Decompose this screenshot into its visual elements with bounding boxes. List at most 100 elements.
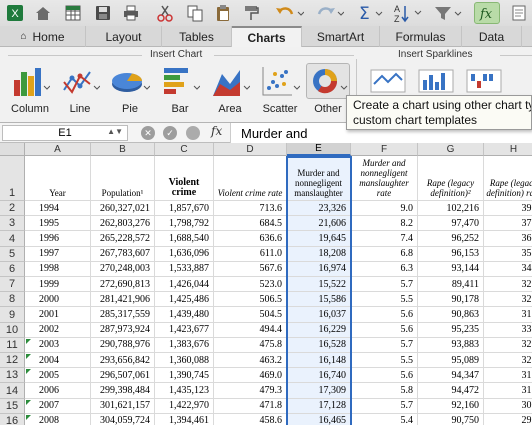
- other-chart-button[interactable]: Other: [306, 63, 350, 119]
- cell-g11[interactable]: 93,883: [418, 337, 484, 353]
- cell-d8[interactable]: 506.5: [214, 292, 287, 308]
- header-cell-d[interactable]: Violent crime rate: [214, 156, 287, 201]
- cell-g13[interactable]: 94,347: [418, 368, 484, 384]
- tab-home[interactable]: ⌂ Home: [0, 26, 86, 47]
- formula-builder-icon[interactable]: fx: [474, 2, 500, 24]
- cell-h8[interactable]: 32.0: [484, 292, 532, 308]
- cell-e5[interactable]: 18,208: [287, 246, 351, 262]
- cell-h16[interactable]: 29.8: [484, 414, 532, 425]
- cell-e9[interactable]: 16,037: [287, 307, 351, 323]
- cell-f16[interactable]: 5.4: [351, 413, 418, 425]
- cell-b5[interactable]: 267,783,607: [91, 246, 155, 262]
- cell-d2[interactable]: 713.6: [214, 201, 287, 217]
- column-header-h[interactable]: H: [484, 143, 532, 156]
- cell-h4[interactable]: 36.3: [484, 231, 532, 247]
- cell-h2[interactable]: 39.3: [484, 201, 532, 217]
- cell-e14[interactable]: 17,309: [287, 383, 351, 399]
- toolbox-icon[interactable]: [508, 2, 530, 24]
- cell-c3[interactable]: 1,798,792: [155, 216, 214, 232]
- cell-e6[interactable]: 16,974: [287, 261, 351, 277]
- cell-b10[interactable]: 287,973,924: [91, 322, 155, 338]
- column-header-f[interactable]: F: [351, 143, 418, 156]
- cell-d5[interactable]: 611.0: [214, 246, 287, 262]
- cell-d9[interactable]: 504.5: [214, 307, 287, 323]
- cell-h11[interactable]: 32.3: [484, 338, 532, 353]
- cell-b11[interactable]: 290,788,976: [91, 337, 155, 353]
- area-chart-button[interactable]: Area: [208, 63, 252, 119]
- cut-icon[interactable]: [154, 2, 176, 24]
- tab-formulas[interactable]: Formulas: [380, 26, 462, 47]
- cell-e16[interactable]: 16,465: [287, 413, 351, 425]
- row-header[interactable]: 14: [0, 383, 25, 399]
- cell-f4[interactable]: 7.4: [351, 231, 418, 247]
- cell-c12[interactable]: 1,360,088: [155, 353, 214, 369]
- cell-c10[interactable]: 1,423,677: [155, 322, 214, 338]
- cell-c15[interactable]: 1,422,970: [155, 398, 214, 414]
- cell-g10[interactable]: 95,235: [418, 322, 484, 338]
- header-cell-c[interactable]: Violent crime: [155, 156, 214, 201]
- cell-h10[interactable]: 33.1: [484, 323, 532, 338]
- cell-d4[interactable]: 636.6: [214, 231, 287, 247]
- cell-b8[interactable]: 281,421,906: [91, 292, 155, 308]
- cell-e7[interactable]: 15,522: [287, 277, 351, 293]
- cancel-icon[interactable]: ✕: [141, 126, 155, 140]
- cell-b7[interactable]: 272,690,813: [91, 277, 155, 293]
- row-header[interactable]: 2: [0, 201, 25, 217]
- spreadsheet-grid[interactable]: A B C D E F G H 1 Year Population¹ Violent crime Vio…: [0, 143, 532, 425]
- row-header[interactable]: 8: [0, 292, 25, 308]
- cell-b16[interactable]: 304,059,724: [91, 413, 155, 425]
- cell-b3[interactable]: 262,803,276: [91, 216, 155, 232]
- cell-c8[interactable]: 1,425,486: [155, 292, 214, 308]
- row-header[interactable]: 16: [0, 413, 25, 425]
- tab-smartart[interactable]: SmartArt: [302, 26, 380, 47]
- cell-b13[interactable]: 296,507,061: [91, 368, 155, 384]
- row-header[interactable]: 7: [0, 277, 25, 293]
- cell-h15[interactable]: 30.6: [484, 399, 532, 414]
- column-header-d[interactable]: D: [214, 143, 287, 156]
- row-header[interactable]: 9: [0, 307, 25, 323]
- cell-c6[interactable]: 1,533,887: [155, 261, 214, 277]
- cell-c5[interactable]: 1,636,096: [155, 246, 214, 262]
- cell-g12[interactable]: 95,089: [418, 353, 484, 369]
- cell-a3[interactable]: 1995: [25, 216, 91, 232]
- cell-d11[interactable]: 475.8: [214, 337, 287, 353]
- cell-e13[interactable]: 16,740: [287, 368, 351, 384]
- cell-f9[interactable]: 5.6: [351, 307, 418, 323]
- cell-a9[interactable]: 2001: [25, 307, 91, 323]
- cell-d10[interactable]: 494.4: [214, 322, 287, 338]
- cell-f10[interactable]: 5.6: [351, 322, 418, 338]
- home-icon[interactable]: [32, 2, 54, 24]
- cell-f7[interactable]: 5.7: [351, 277, 418, 293]
- cell-h12[interactable]: 32.4: [484, 353, 532, 369]
- cell-a16[interactable]: 2008: [25, 413, 91, 425]
- row-header[interactable]: 1: [0, 156, 25, 201]
- cell-a8[interactable]: 2000: [25, 292, 91, 308]
- cell-f6[interactable]: 6.3: [351, 261, 418, 277]
- cell-b14[interactable]: 299,398,484: [91, 383, 155, 399]
- cell-d7[interactable]: 523.0: [214, 277, 287, 293]
- column-header-a[interactable]: A: [25, 143, 91, 156]
- row-header[interactable]: 4: [0, 231, 25, 247]
- cell-f13[interactable]: 5.6: [351, 368, 418, 384]
- format-painter-icon[interactable]: [240, 2, 262, 24]
- autosum-icon[interactable]: Σ: [356, 2, 386, 24]
- cell-g16[interactable]: 90,750: [418, 413, 484, 425]
- cell-a10[interactable]: 2002: [25, 322, 91, 338]
- cell-c4[interactable]: 1,688,540: [155, 231, 214, 247]
- cell-f8[interactable]: 5.5: [351, 292, 418, 308]
- enter-icon[interactable]: ✓: [163, 126, 177, 140]
- header-cell-g[interactable]: Rape (legacy definition)²: [418, 156, 484, 201]
- insert-function-icon[interactable]: [186, 126, 200, 140]
- tab-charts[interactable]: Charts: [232, 26, 302, 48]
- cell-a13[interactable]: 2005: [25, 368, 91, 384]
- cell-a11[interactable]: 2003: [25, 337, 91, 353]
- cell-c2[interactable]: 1,857,670: [155, 201, 214, 217]
- row-header[interactable]: 5: [0, 246, 25, 262]
- cell-c9[interactable]: 1,439,480: [155, 307, 214, 323]
- header-cell-a[interactable]: Year: [25, 156, 91, 201]
- save-icon[interactable]: [92, 2, 114, 24]
- cell-h7[interactable]: 32.8: [484, 277, 532, 293]
- redo-icon[interactable]: [312, 2, 346, 24]
- cell-a2[interactable]: 1994: [25, 201, 91, 217]
- select-all-corner[interactable]: [0, 143, 25, 156]
